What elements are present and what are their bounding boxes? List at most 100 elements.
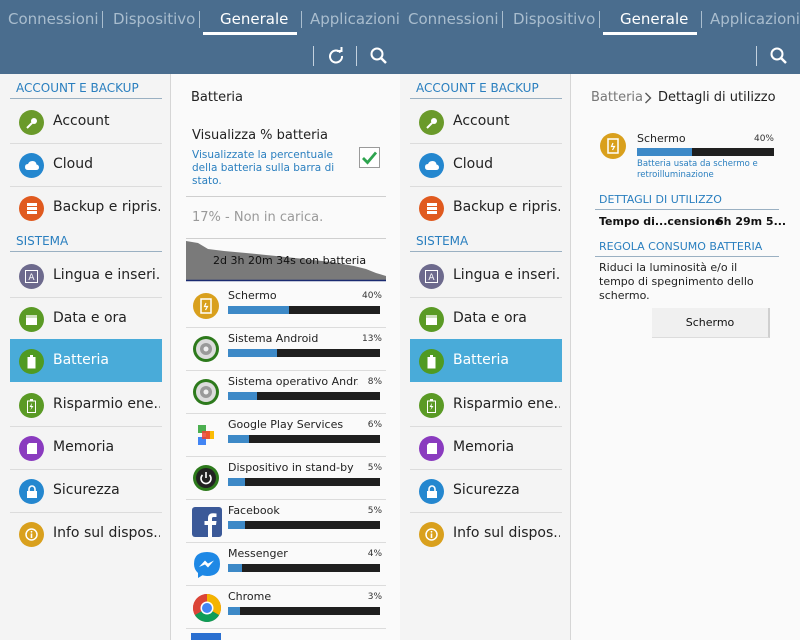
cloud-icon [419, 153, 444, 178]
list-item[interactable]: Facebook 5% [186, 500, 386, 543]
usage-bar [228, 564, 380, 572]
sidebar-item-label: Risparmio ene.. [453, 396, 560, 412]
sidebar-item-data-ora[interactable]: Data e ora [410, 297, 562, 340]
detail-app-name: Schermo [637, 132, 686, 145]
list-item[interactable]: Dispositivo in stand-by 5% [186, 457, 386, 500]
chrome-icon [192, 593, 222, 623]
messenger-icon [192, 550, 222, 580]
key-icon [419, 110, 444, 135]
app-percentage: 40% [361, 291, 382, 301]
app-percentage: 5% [367, 506, 382, 516]
tab-applicazioni[interactable]: Applicazioni [710, 10, 800, 28]
calendar-icon [419, 307, 444, 332]
sidebar-item-label: Batteria [453, 352, 509, 368]
tab-generale[interactable]: Generale [620, 10, 688, 28]
usage-bar [228, 478, 380, 486]
android-system-icon [192, 335, 222, 365]
battery-graph[interactable]: 2d 3h 20m 34s con batteria [186, 239, 386, 283]
tab-separator [199, 11, 200, 28]
sidebar-item-lingua[interactable]: A Lingua e inseri.. [410, 254, 562, 297]
divider [186, 196, 386, 197]
sidebar-item-sicurezza[interactable]: Sicurezza [10, 469, 162, 512]
memory-icon [419, 436, 444, 461]
tab-connessioni[interactable]: Connessioni [8, 10, 99, 28]
toolbar-separator [313, 46, 314, 66]
tab-generale[interactable]: Generale [220, 10, 288, 28]
sidebar-item-account[interactable]: Account [410, 100, 562, 143]
battery-icon [19, 349, 44, 374]
sidebar-item-risparmio[interactable]: Risparmio ene.. [410, 383, 562, 426]
refresh-icon[interactable] [326, 46, 346, 66]
show-percentage-setting[interactable]: Visualizza % batteria Visualizzate la pe… [186, 118, 386, 196]
toolbar-separator [356, 46, 357, 66]
app-percentage: 4% [367, 549, 382, 559]
button-label: Schermo [685, 316, 735, 329]
detail-app-percentage: 40% [753, 134, 774, 144]
sidebar-item-label: Data e ora [453, 310, 527, 326]
section-header-adjust: REGOLA CONSUMO BATTERIA [599, 240, 763, 253]
sidebar-item-label: Backup e ripris.. [453, 199, 560, 215]
screen-icon [599, 132, 627, 164]
show-percentage-checkbox[interactable] [359, 147, 380, 168]
sidebar-item-batteria[interactable]: Batteria [410, 339, 562, 382]
usage-label: Tempo di...censione [599, 215, 723, 228]
list-item[interactable]: Schermo 40% [186, 285, 386, 328]
list-item[interactable]: Messenger 4% [186, 543, 386, 586]
breadcrumb-parent[interactable]: Batteria [591, 90, 643, 105]
usage-bar [228, 435, 380, 443]
tab-separator [102, 11, 103, 28]
list-item[interactable]: Chrome 3% [186, 586, 386, 629]
usage-bar-fill [228, 392, 257, 400]
list-item[interactable]: Sistema Android 13% [186, 328, 386, 371]
sidebar-item-lingua[interactable]: A Lingua e inseri.. [10, 254, 162, 297]
detail-app-description: Batteria usata da schermo e retroillumin… [637, 159, 758, 180]
setting-title: Visualizza % batteria [192, 128, 328, 143]
sidebar-item-backup[interactable]: Backup e ripris.. [410, 186, 562, 229]
language-icon: A [419, 264, 444, 289]
usage-detail-panel: Batteria Dettagli di utilizzo Schermo 40… [571, 74, 800, 640]
sidebar-item-label: Data e ora [53, 310, 127, 326]
search-icon[interactable] [769, 46, 789, 66]
usage-bar-fill [637, 148, 692, 156]
sidebar-item-info[interactable]: Info sul dispos.. [10, 512, 162, 555]
breadcrumb-current: Dettagli di utilizzo [658, 90, 776, 105]
app-percentage: 6% [367, 420, 382, 430]
info-icon [19, 522, 44, 547]
sidebar-item-account[interactable]: Account [10, 100, 162, 143]
sidebar-item-data-ora[interactable]: Data e ora [10, 297, 162, 340]
sidebar-item-cloud[interactable]: Cloud [410, 143, 562, 186]
tab-connessioni[interactable]: Connessioni [408, 10, 499, 28]
tab-dispositivo[interactable]: Dispositivo [113, 10, 195, 28]
search-icon[interactable] [369, 46, 389, 66]
list-item[interactable]: Google Play Services 6% [186, 414, 386, 457]
section-header-account-backup: ACCOUNT E BACKUP [416, 81, 539, 95]
sidebar-item-label: Sicurezza [53, 482, 120, 498]
usage-bar-fill [228, 478, 245, 486]
power-saving-icon [19, 393, 44, 418]
sidebar-item-risparmio[interactable]: Risparmio ene.. [10, 383, 162, 426]
list-item[interactable]: Sistema operativo Andr.. 8% [186, 371, 386, 414]
tab-dispositivo[interactable]: Dispositivo [513, 10, 595, 28]
battery-panel: Batteria Visualizza % batteria Visualizz… [171, 74, 400, 640]
sidebar-item-cloud[interactable]: Cloud [10, 143, 162, 186]
sidebar-item-memoria[interactable]: Memoria [410, 426, 562, 469]
sidebar-item-batteria[interactable]: Batteria [10, 339, 162, 382]
left-screen: Connessioni Dispositivo Generale Applica… [0, 0, 400, 640]
svg-text:A: A [428, 273, 435, 283]
sidebar-item-memoria[interactable]: Memoria [10, 426, 162, 469]
app-name: Dispositivo in stand-by [228, 461, 354, 474]
tab-applicazioni[interactable]: Applicazioni [310, 10, 400, 28]
lock-icon [419, 479, 444, 504]
usage-bar [228, 607, 380, 615]
app-percentage: 13% [361, 334, 382, 344]
backup-icon [19, 196, 44, 221]
app-percentage: 5% [367, 463, 382, 473]
usage-bar-fill [228, 521, 245, 529]
screen-settings-button[interactable]: Schermo [652, 308, 770, 338]
app-name: Chrome [228, 590, 272, 603]
sidebar-item-info[interactable]: Info sul dispos.. [410, 512, 562, 555]
tab-separator [301, 11, 302, 28]
sidebar-item-backup[interactable]: Backup e ripris.. [10, 186, 162, 229]
usage-value: 6h 29m 5... [716, 215, 787, 228]
sidebar-item-sicurezza[interactable]: Sicurezza [410, 469, 562, 512]
